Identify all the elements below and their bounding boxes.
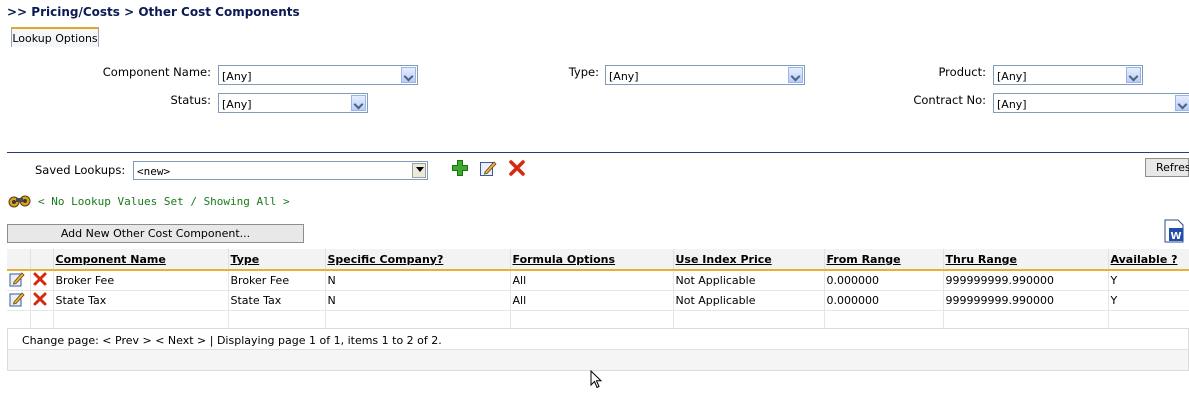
type-value: [Any] bbox=[609, 70, 639, 83]
svg-text:W: W bbox=[1170, 231, 1181, 242]
product-select[interactable]: [Any] bbox=[993, 65, 1143, 85]
column-header-component-name[interactable]: Component Name bbox=[53, 249, 229, 271]
product-label: Product: bbox=[938, 65, 986, 79]
cell-from-range: 0.000000 bbox=[824, 290, 944, 311]
status-value: [Any] bbox=[222, 98, 252, 111]
edit-column-header bbox=[7, 249, 31, 271]
red-x-icon[interactable] bbox=[508, 159, 526, 177]
binoculars-icon bbox=[8, 193, 32, 209]
cell-type: State Tax bbox=[228, 290, 326, 311]
column-header-type[interactable]: Type bbox=[228, 249, 326, 271]
other-cost-components-table: Component Name Type Specific Company? Fo… bbox=[7, 249, 1189, 329]
column-header-specific-company[interactable]: Specific Company? bbox=[325, 249, 511, 271]
cell-available: Y bbox=[1108, 270, 1189, 291]
cell-from-range: 0.000000 bbox=[824, 270, 944, 291]
mouse-cursor-icon bbox=[590, 369, 604, 390]
edit-pencil-icon[interactable] bbox=[9, 291, 25, 307]
component-name-select[interactable]: [Any] bbox=[218, 65, 418, 85]
breadcrumb: >> Pricing/Costs > Other Cost Components bbox=[7, 5, 300, 19]
pager-footer bbox=[8, 350, 1188, 370]
cell-use-index-price: Not Applicable bbox=[673, 290, 825, 311]
edit-pencil-icon[interactable] bbox=[479, 159, 497, 177]
column-header-from-range[interactable]: From Range bbox=[824, 249, 944, 271]
table-row: Broker Fee Broker Fee N All Not Applicab… bbox=[7, 270, 1189, 291]
cell-specific-company: N bbox=[325, 290, 511, 311]
component-name-value: [Any] bbox=[222, 70, 252, 83]
red-x-icon[interactable] bbox=[33, 292, 47, 306]
status-select[interactable]: [Any] bbox=[218, 93, 368, 113]
word-export-icon[interactable]: W bbox=[1162, 219, 1186, 243]
type-select[interactable]: [Any] bbox=[605, 65, 805, 85]
row-delete-cell[interactable] bbox=[30, 270, 54, 291]
section-divider bbox=[7, 152, 1189, 153]
cell-type: Broker Fee bbox=[228, 270, 326, 291]
table-empty-row bbox=[7, 310, 1189, 329]
chevron-down-icon[interactable] bbox=[788, 67, 803, 83]
cell-available: Y bbox=[1108, 290, 1189, 311]
chevron-down-icon[interactable] bbox=[1175, 95, 1189, 111]
edit-pencil-icon[interactable] bbox=[9, 271, 25, 287]
saved-lookups-label: Saved Lookups: bbox=[35, 163, 126, 177]
cell-specific-company: N bbox=[325, 270, 511, 291]
pager-text[interactable]: Change page: < Prev > < Next > | Display… bbox=[22, 334, 442, 347]
add-other-cost-component-button[interactable]: Add New Other Cost Component... bbox=[7, 224, 304, 243]
cell-use-index-price: Not Applicable bbox=[673, 270, 825, 291]
cell-thru-range: 999999999.990000 bbox=[943, 270, 1109, 291]
refresh-button[interactable]: Refresh bbox=[1145, 158, 1189, 177]
row-delete-cell[interactable] bbox=[30, 290, 54, 311]
column-header-use-index-price[interactable]: Use Index Price bbox=[673, 249, 825, 271]
lookup-info-text: < No Lookup Values Set / Showing All > bbox=[38, 195, 290, 208]
contract-no-select[interactable]: [Any] bbox=[993, 93, 1189, 113]
status-label: Status: bbox=[170, 93, 211, 107]
contract-no-value: [Any] bbox=[997, 98, 1027, 111]
component-name-label: Component Name: bbox=[102, 65, 211, 79]
chevron-down-icon[interactable] bbox=[1126, 67, 1141, 83]
row-edit-cell[interactable] bbox=[7, 270, 31, 291]
chevron-down-icon[interactable] bbox=[401, 67, 416, 83]
delete-column-header bbox=[30, 249, 54, 271]
table-header-row: Component Name Type Specific Company? Fo… bbox=[7, 249, 1189, 271]
cell-thru-range: 999999999.990000 bbox=[943, 290, 1109, 311]
saved-lookups-select[interactable]: <new> bbox=[133, 161, 428, 180]
table-row: State Tax State Tax N All Not Applicable… bbox=[7, 290, 1189, 311]
cell-formula-options: All bbox=[510, 290, 674, 311]
red-x-icon[interactable] bbox=[33, 272, 47, 286]
chevron-down-icon[interactable] bbox=[351, 95, 366, 111]
tab-lookup-options[interactable]: Lookup Options bbox=[11, 27, 99, 47]
column-header-thru-range[interactable]: Thru Range bbox=[943, 249, 1109, 271]
column-header-formula-options[interactable]: Formula Options bbox=[510, 249, 674, 271]
cell-component-name: State Tax bbox=[53, 290, 229, 311]
row-edit-cell[interactable] bbox=[7, 290, 31, 311]
type-label: Type: bbox=[568, 65, 599, 79]
product-value: [Any] bbox=[997, 70, 1027, 83]
cell-formula-options: All bbox=[510, 270, 674, 291]
cell-component-name: Broker Fee bbox=[53, 270, 229, 291]
plus-icon[interactable] bbox=[451, 159, 469, 177]
contract-no-label: Contract No: bbox=[913, 93, 986, 107]
saved-lookups-value: <new> bbox=[137, 165, 171, 178]
column-header-available[interactable]: Available ? bbox=[1108, 249, 1189, 271]
chevron-down-icon[interactable] bbox=[412, 163, 426, 178]
pager-divider bbox=[7, 349, 1189, 350]
